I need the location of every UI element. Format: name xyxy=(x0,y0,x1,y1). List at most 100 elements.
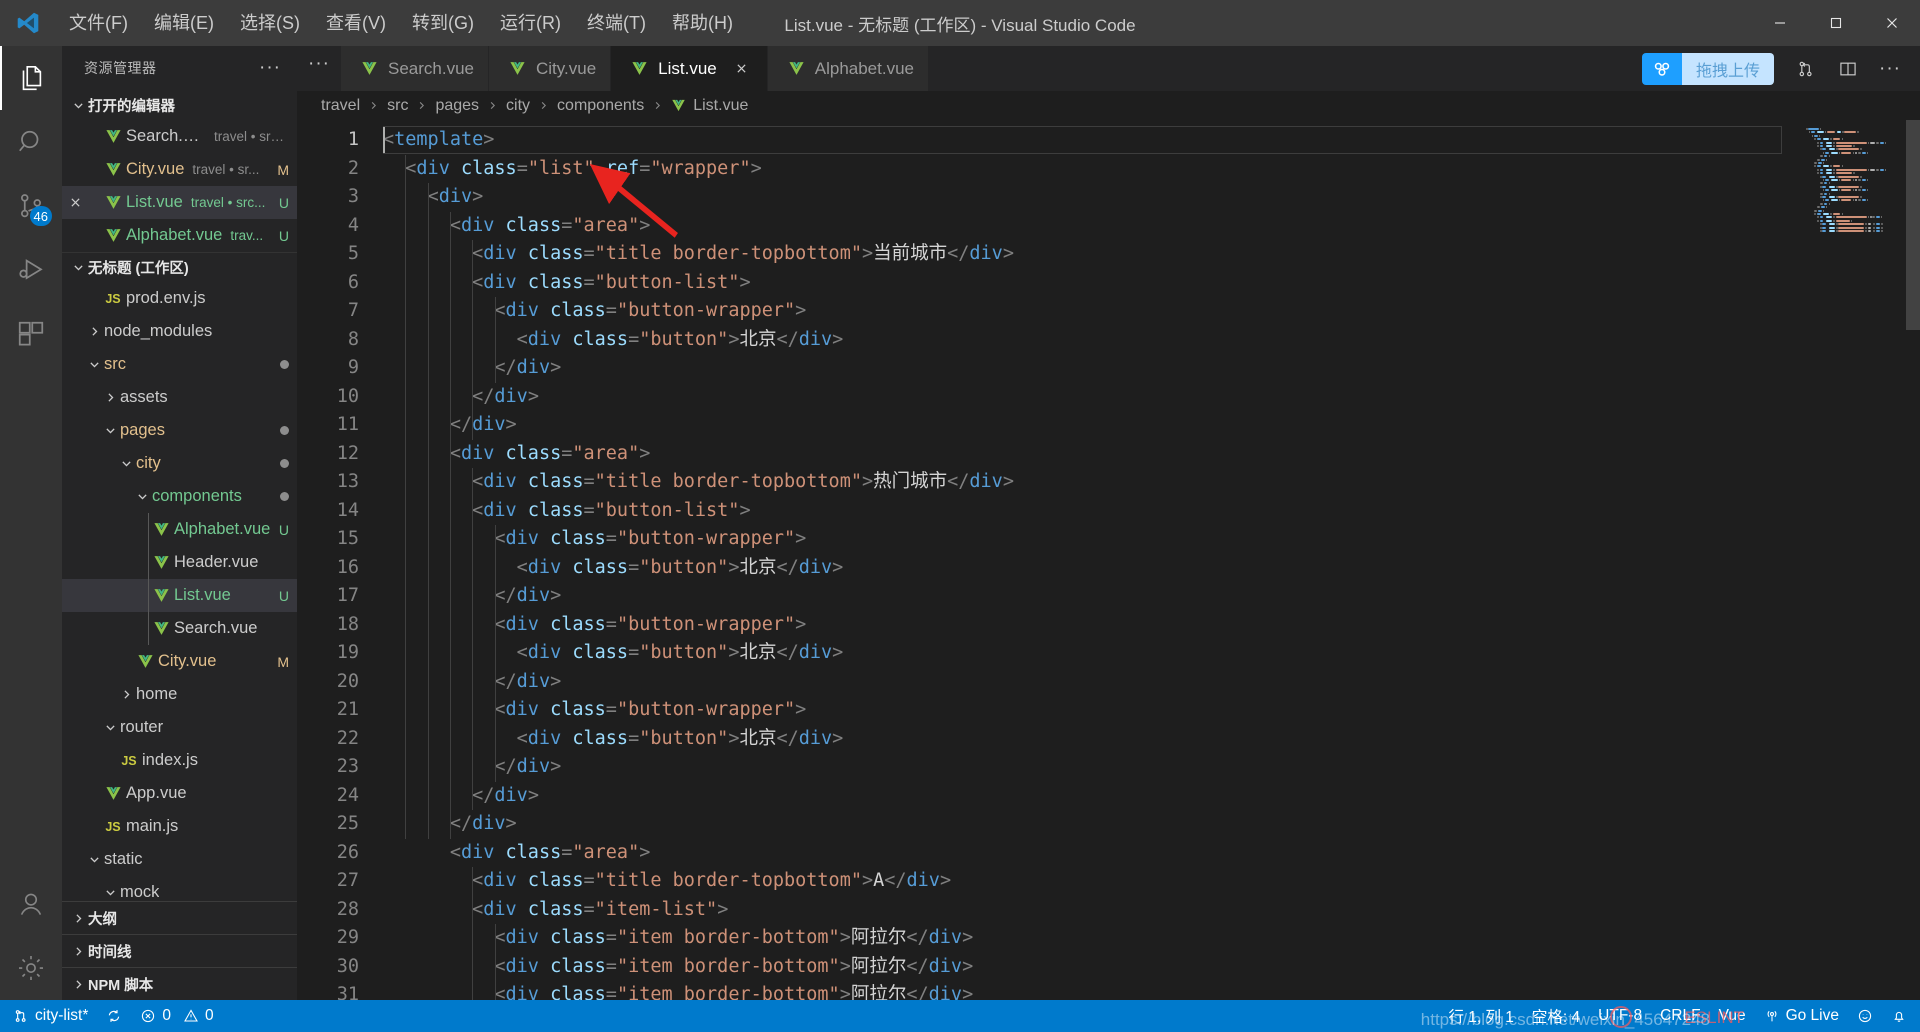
menu-selection[interactable]: 选择(S) xyxy=(227,0,313,46)
chevron-down-icon[interactable] xyxy=(100,424,120,437)
activity-run-debug[interactable] xyxy=(0,238,62,302)
chevron-down-icon[interactable] xyxy=(132,490,152,503)
menu-file[interactable]: 文件(F) xyxy=(56,0,141,46)
status-encoding[interactable]: UTF-8 xyxy=(1589,1000,1651,1032)
status-feedback[interactable] xyxy=(1848,1000,1882,1032)
editor-tab[interactable]: Search.vue xyxy=(341,46,489,91)
status-indentation[interactable]: 空格: 4 xyxy=(1523,1000,1589,1032)
menu-view[interactable]: 查看(V) xyxy=(313,0,399,46)
section-open-editors[interactable]: 打开的编辑器 xyxy=(62,90,297,120)
open-editor-item[interactable]: City.vue travel • sr... M xyxy=(62,153,297,186)
minimap-line xyxy=(1817,141,1819,144)
section-workspace[interactable]: 无标题 (工作区) xyxy=(62,252,297,282)
maximize-button[interactable] xyxy=(1808,0,1864,46)
tree-folder[interactable]: static xyxy=(62,843,297,876)
editor-tab[interactable]: List.vue xyxy=(611,46,768,91)
tree-file[interactable]: List.vue U xyxy=(62,579,297,612)
tree-file[interactable]: City.vue M xyxy=(62,645,297,678)
breadcrumb-item[interactable]: travel xyxy=(321,97,360,115)
status-language-mode[interactable]: Vue xyxy=(1710,1000,1755,1032)
activity-accounts[interactable] xyxy=(0,872,62,936)
chevron-right-icon[interactable] xyxy=(116,688,136,701)
status-go-live[interactable]: Go Live xyxy=(1755,1000,1848,1032)
close-icon[interactable] xyxy=(62,196,88,209)
code-editor[interactable]: 1 <template> 2 <div class="list" ref="wra… xyxy=(297,120,1800,1000)
tree-folder[interactable]: city xyxy=(62,447,297,480)
tree-folder[interactable]: node_modules xyxy=(62,315,297,348)
drag-upload-button[interactable]: 拖拽上传 xyxy=(1641,52,1774,85)
tree-folder[interactable]: router xyxy=(62,711,297,744)
breadcrumb-item[interactable]: List.vue xyxy=(671,97,748,115)
activity-settings[interactable] xyxy=(0,936,62,1000)
status-problems[interactable]: 0 0 xyxy=(131,1000,222,1032)
tree-folder[interactable]: src xyxy=(62,348,297,381)
open-editor-item[interactable]: List.vue travel • src... U xyxy=(62,186,297,219)
minimap-line xyxy=(1828,182,1830,185)
activity-search[interactable] xyxy=(0,110,62,174)
minimap-line xyxy=(1872,216,1875,219)
minimap[interactable] xyxy=(1800,120,1920,1000)
tree-file[interactable]: Header.vue xyxy=(62,546,297,579)
editor-tab[interactable]: Alphabet.vue xyxy=(767,46,929,91)
editor-scrollbar[interactable] xyxy=(1906,120,1920,1000)
breadcrumb-item[interactable]: components xyxy=(557,97,644,115)
breadcrumb-label: src xyxy=(387,96,409,114)
menu-terminal[interactable]: 终端(T) xyxy=(574,0,659,46)
file-status-badge: U xyxy=(278,227,289,244)
activity-explorer[interactable] xyxy=(0,46,62,110)
status-branch[interactable]: city-list* xyxy=(4,1000,97,1032)
breadcrumb-item[interactable]: pages xyxy=(435,97,479,115)
activity-extensions[interactable] xyxy=(0,302,62,366)
source-control-graph-icon[interactable] xyxy=(1788,51,1824,87)
minimap-line xyxy=(1879,168,1884,171)
chevron-down-icon[interactable] xyxy=(100,886,120,899)
tree-file[interactable]: Search.vue xyxy=(62,612,297,645)
tree-folder[interactable]: home xyxy=(62,678,297,711)
activity-source-control[interactable]: 46 xyxy=(0,174,62,238)
menu-run[interactable]: 运行(R) xyxy=(487,0,574,46)
status-notifications[interactable] xyxy=(1882,1000,1916,1032)
tree-file[interactable]: JS main.js xyxy=(62,810,297,843)
tree-folder[interactable]: pages xyxy=(62,414,297,447)
sidebar-more-actions-icon[interactable]: ··· xyxy=(259,57,281,79)
breadcrumb-item[interactable]: city xyxy=(506,97,530,115)
source-code[interactable]: 1 <template> 2 <div class="list" ref="wra… xyxy=(297,120,1800,1000)
split-editor-icon[interactable] xyxy=(1830,51,1866,87)
menu-go[interactable]: 转到(G) xyxy=(399,0,487,46)
tree-file[interactable]: Alphabet.vue U xyxy=(62,513,297,546)
open-editor-item[interactable]: Alphabet.vue trav... U xyxy=(62,219,297,252)
chevron-right-icon[interactable] xyxy=(100,391,120,404)
menu-help[interactable]: 帮助(H) xyxy=(659,0,746,46)
minimap-line xyxy=(1835,145,1853,147)
close-button[interactable] xyxy=(1864,0,1920,46)
tree-folder[interactable]: components xyxy=(62,480,297,513)
menu-edit[interactable]: 编辑(E) xyxy=(141,0,227,46)
chevron-down-icon[interactable] xyxy=(84,853,104,866)
chevron-right-icon[interactable] xyxy=(84,325,104,338)
minimize-button[interactable] xyxy=(1752,0,1808,46)
close-icon[interactable] xyxy=(731,62,753,75)
tree-file[interactable]: App.vue xyxy=(62,777,297,810)
chevron-down-icon[interactable] xyxy=(100,721,120,734)
status-sync[interactable] xyxy=(97,1000,131,1032)
tree-file[interactable]: JS index.js xyxy=(62,744,297,777)
breadcrumb-item[interactable]: src xyxy=(387,97,408,115)
chevron-down-icon[interactable] xyxy=(84,358,104,371)
minimap-line xyxy=(1817,206,1820,209)
panel-timeline[interactable]: 时间线 xyxy=(62,934,297,967)
open-editor-item[interactable]: Search.vue travel • src\... xyxy=(62,120,297,153)
panel-npm-scripts[interactable]: NPM 脚本 xyxy=(62,967,297,1000)
editor-more-actions-icon[interactable]: ··· xyxy=(1872,51,1908,87)
status-eol[interactable]: CRLF xyxy=(1651,1000,1709,1032)
editor-tab[interactable]: City.vue xyxy=(489,46,612,91)
panel-outline[interactable]: 大纲 xyxy=(62,901,297,934)
line-number: 27 xyxy=(336,870,359,891)
minimap-line xyxy=(1866,151,1869,154)
tabs-overflow-icon[interactable]: ··· xyxy=(297,46,341,82)
tree-folder[interactable]: assets xyxy=(62,381,297,414)
tree-file[interactable]: JS prod.env.js xyxy=(62,282,297,315)
tree-folder[interactable]: mock xyxy=(62,876,297,901)
minimap-line xyxy=(1866,199,1869,202)
chevron-down-icon[interactable] xyxy=(116,457,136,470)
status-cursor-position[interactable]: 行 1, 列 1 xyxy=(1439,1000,1522,1032)
